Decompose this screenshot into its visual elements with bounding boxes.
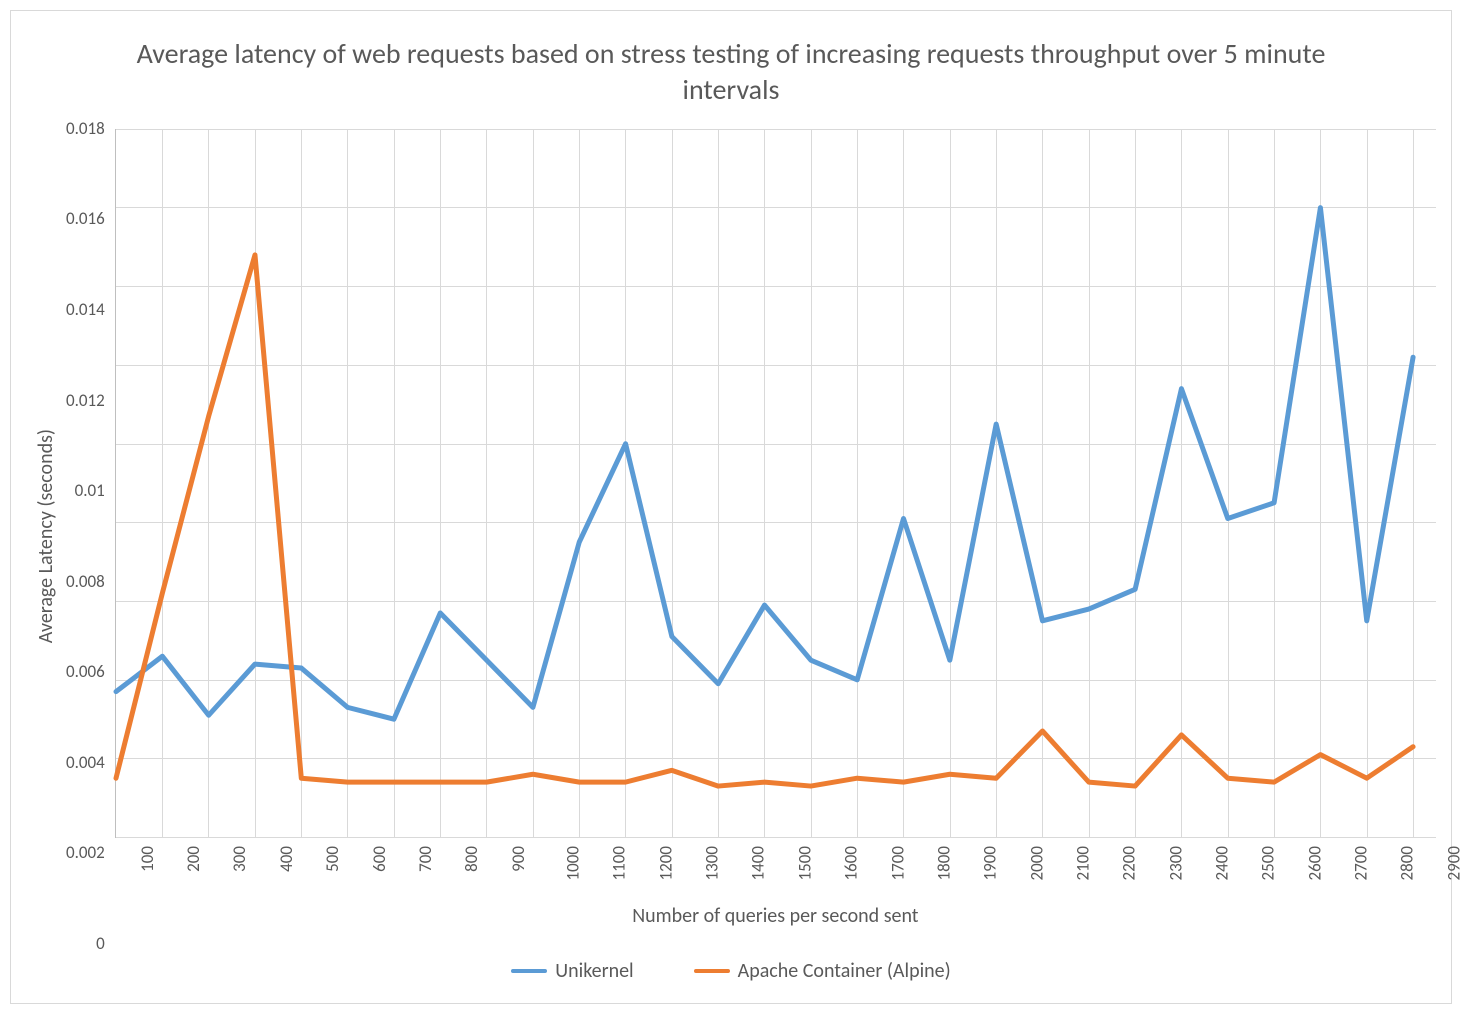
plot-area — [115, 129, 1436, 838]
x-tick-label: 2100 — [1072, 846, 1093, 880]
x-tick-label: 100 — [137, 846, 158, 872]
legend-label: Apache Container (Alpine) — [738, 959, 951, 983]
x-tick-label: 300 — [229, 846, 250, 872]
series-line — [116, 255, 1413, 786]
chart-title: Average latency of web requests based on… — [26, 26, 1436, 129]
legend: Unikernel Apache Container (Alpine) — [26, 944, 1436, 988]
x-axis-ticks: 100 200 300 400 500 600 700 800 900 1000 1100 1200 1… — [115, 838, 1436, 896]
x-tick-label: 2500 — [1258, 846, 1279, 880]
x-tick-label: 1500 — [794, 846, 815, 880]
x-tick-label: 1700 — [887, 846, 908, 880]
x-tick-label: 2700 — [1351, 846, 1372, 880]
x-tick-label: 600 — [368, 846, 389, 872]
x-tick-label: 800 — [461, 846, 482, 872]
x-tick-label: 2200 — [1119, 846, 1140, 880]
x-tick-label: 1600 — [841, 846, 862, 880]
x-tick-label: 1200 — [655, 846, 676, 880]
x-tick-label: 1000 — [562, 846, 583, 880]
plot-area-wrapper: Average Latency (seconds) 0.0180.0160.01… — [26, 129, 1436, 944]
x-tick-label: 2400 — [1211, 846, 1232, 880]
legend-item: Unikernel — [511, 959, 633, 983]
x-tick-label: 1400 — [748, 846, 769, 880]
legend-swatch — [511, 969, 547, 973]
x-tick-label: 2300 — [1165, 846, 1186, 880]
x-tick-label: 900 — [507, 846, 528, 872]
x-tick-label: 1300 — [702, 846, 723, 880]
x-tick-label: 400 — [276, 846, 297, 872]
x-tick-label: 2800 — [1397, 846, 1418, 880]
plot-column: 100 200 300 400 500 600 700 800 900 1000 1100 1200 1… — [115, 129, 1436, 944]
x-tick-label: 1100 — [609, 846, 630, 880]
x-tick-label: 2900 — [1443, 846, 1462, 880]
chart-container: Average latency of web requests based on… — [10, 10, 1452, 1004]
plot-with-y-ticks: 0.0180.0160.0140.0120.010.0080.0060.0040… — [66, 129, 1436, 944]
x-tick-label: 500 — [322, 846, 343, 872]
x-tick-label: 200 — [183, 846, 204, 872]
x-tick-label: 1900 — [980, 846, 1001, 880]
legend-swatch — [694, 969, 730, 973]
x-tick-label: 2600 — [1304, 846, 1325, 880]
y-axis-label: Average Latency (seconds) — [26, 129, 66, 944]
y-axis-ticks: 0.0180.0160.0140.0120.010.0080.0060.0040… — [66, 129, 115, 944]
legend-label: Unikernel — [555, 959, 633, 983]
x-tick-label: 700 — [415, 846, 436, 872]
line-svg — [116, 129, 1436, 837]
series-line — [116, 207, 1413, 718]
x-tick-label: 2000 — [1026, 846, 1047, 880]
x-axis-label: Number of queries per second sent — [115, 896, 1436, 944]
x-tick-label: 1800 — [933, 846, 954, 880]
legend-item: Apache Container (Alpine) — [694, 959, 951, 983]
